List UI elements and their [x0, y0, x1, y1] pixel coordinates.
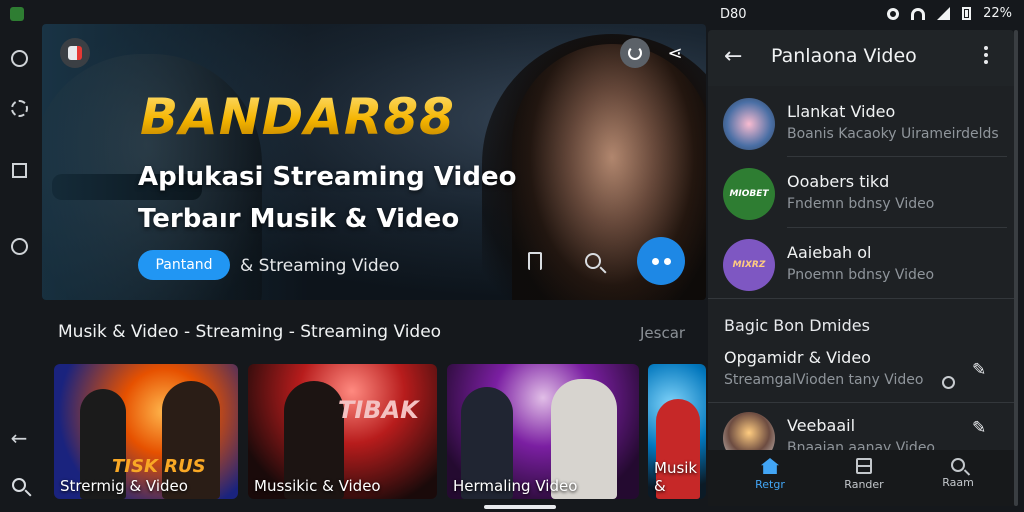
search-icon[interactable] [942, 376, 955, 389]
list-item-title: Llankat Video [787, 102, 896, 121]
pin-icon[interactable]: ✎ [972, 418, 992, 438]
divider [708, 402, 1014, 403]
side-panel: ← Panlaona Video Llankat Video Boanis Ka… [708, 30, 1014, 506]
video-thumbnail[interactable]: Musik & [648, 364, 706, 499]
list-item[interactable]: MIXRZ Aaiebah ol Pnoemn bdnsy Video [708, 231, 1014, 301]
tab-label: Rander [844, 478, 884, 491]
back-button[interactable]: ← [9, 428, 29, 448]
list-item-title: Aaiebah ol [787, 243, 872, 262]
tab-home[interactable]: Retgr [730, 458, 810, 491]
list-item[interactable]: Llankat Video Boanis Kacaoky Uirameirdel… [708, 90, 1014, 160]
tab-search[interactable]: Raam [918, 458, 998, 489]
list-item-subtitle: StreamgalVioden tany Video [724, 372, 924, 388]
app-logo-icon[interactable] [60, 38, 90, 68]
box-icon [856, 458, 872, 474]
search-button[interactable] [9, 475, 29, 495]
status-text: D80 [720, 7, 747, 22]
bookmark-button[interactable] [520, 246, 550, 276]
back-arrow-icon[interactable]: ← [724, 44, 742, 69]
list-item-title: Ooabers tikd [787, 172, 890, 191]
gear-icon [887, 7, 900, 20]
thumbnail-caption: Strermig & Video [60, 477, 188, 495]
status-icons: 22% [887, 6, 1012, 21]
hero-headline: Aplukasi Streaming Video Terbaır Musik &… [138, 156, 516, 240]
share-icon[interactable]: ⋖ [660, 38, 690, 68]
video-thumbnail[interactable]: Hermaling Video [447, 364, 639, 499]
more-fab-button[interactable] [637, 237, 685, 285]
square-icon [11, 162, 27, 178]
avatar [723, 98, 775, 150]
hero-headline-line2: Terbaır Musik & Video [138, 204, 460, 234]
avatar: MIOBET [723, 168, 775, 220]
video-thumbnail[interactable]: TIBAK Mussikic & Video [248, 364, 437, 499]
list-item-subtitle: Fndemn bdnsy Video [787, 196, 935, 212]
list-item-subtitle: Boanis Kacaoky Uirameirdelds [787, 126, 999, 142]
tab-label: Raam [942, 476, 974, 489]
thumbnail-caption: Mussikic & Video [254, 477, 381, 495]
brand-logo-text: BANDAR88 [140, 88, 455, 146]
list-item-title: Veebaail [787, 416, 856, 435]
bookmark-icon [528, 252, 542, 270]
refresh-icon[interactable] [620, 38, 650, 68]
settings-icon [10, 99, 28, 117]
section-more-link[interactable]: Jescar [640, 324, 685, 342]
list-item-subtitle: Pnoemn bdnsy Video [787, 267, 935, 283]
home-icon [761, 458, 779, 474]
section-title: Musik & Video - Streaming - Streaming Vi… [58, 322, 442, 342]
thumbnail-caption: Hermaling Video [453, 477, 578, 495]
list-item-title: Opgamidr & Video [724, 348, 871, 367]
battery-percent: 22% [983, 6, 1012, 21]
divider [787, 227, 1007, 228]
panel-header: ← Panlaona Video [708, 30, 1014, 86]
app-icon [10, 7, 24, 21]
pin-icon[interactable]: ✎ [972, 360, 992, 380]
navigation-rail: ← [0, 30, 38, 512]
circle-button[interactable] [9, 48, 29, 68]
divider [787, 156, 1007, 157]
bottom-tab-bar: Retgr Rander Raam [708, 450, 1014, 506]
recents-button[interactable] [9, 160, 29, 180]
hero-action-button[interactable]: Pantand [138, 250, 230, 280]
scrollbar[interactable] [1014, 30, 1018, 506]
avatar: MIXRZ [723, 239, 775, 291]
home-button[interactable] [9, 236, 29, 256]
search-icon [951, 458, 965, 472]
panel-title: Panlaona Video [771, 45, 917, 67]
wifi-icon [911, 7, 926, 20]
home-indicator[interactable] [484, 505, 556, 509]
thumbnail-caption: Musik & [654, 459, 698, 495]
list-item[interactable]: MIOBET Ooabers tikd Fndemn bdnsy Video [708, 160, 1014, 230]
hero-headline-line1: Aplukasi Streaming Video [138, 162, 517, 192]
hero-subtitle: & Streaming Video [240, 256, 400, 276]
hero-banner[interactable]: ⋖ BANDAR88 Aplukasi Streaming Video Terb… [42, 24, 706, 300]
circle-icon [10, 49, 28, 67]
tab-label: Retgr [755, 478, 785, 491]
video-thumbnail[interactable]: TISK RUS Strermig & Video [54, 364, 238, 499]
thumb-overlay-text: TISK RUS [112, 456, 206, 477]
panel-subheader: Bagic Bon Dmides [724, 316, 870, 335]
more-options-icon[interactable] [984, 46, 988, 64]
signal-icon [937, 7, 951, 20]
back-arrow-icon: ← [10, 426, 28, 450]
tab-render[interactable]: Rander [824, 458, 904, 491]
battery-icon [962, 7, 972, 20]
divider [708, 298, 1014, 299]
home-circle-icon [10, 237, 28, 255]
hero-search-button[interactable] [578, 246, 608, 276]
search-icon [12, 478, 26, 492]
thumb-overlay-text: TIBAK [338, 396, 419, 424]
search-icon [585, 253, 601, 269]
settings-button[interactable] [9, 98, 29, 118]
